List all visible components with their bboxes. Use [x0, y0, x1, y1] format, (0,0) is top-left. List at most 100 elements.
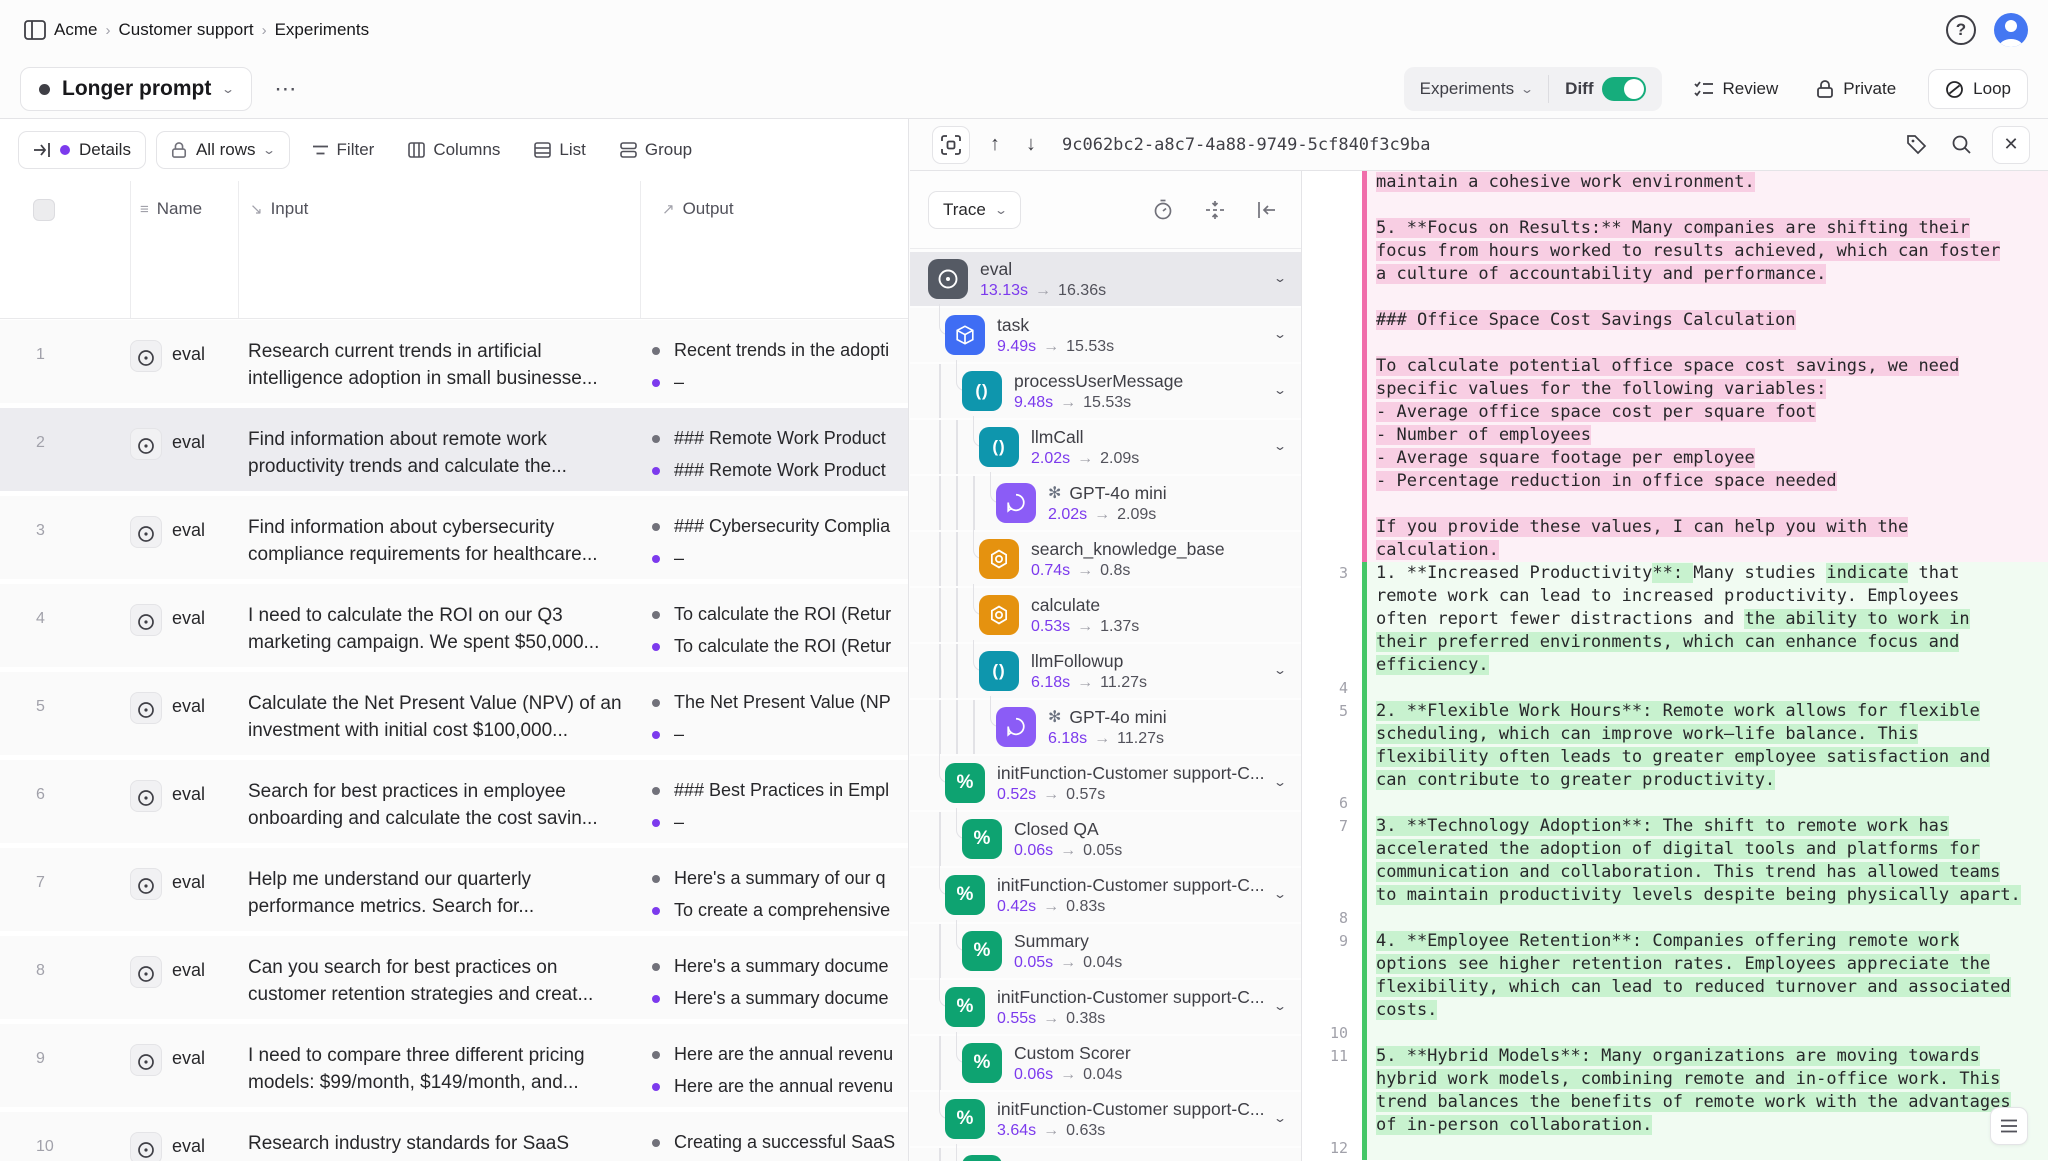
table-row[interactable]: 8evalCan you search for best practices o…	[0, 936, 908, 1019]
task-icon	[945, 315, 985, 355]
table-row[interactable]: 7evalHelp me understand our quarterly pe…	[0, 848, 908, 931]
group-button[interactable]: Group	[608, 132, 704, 168]
column-header-input[interactable]: ↘Input	[250, 199, 308, 219]
diff-line-text: trend balances the benefits of remote wo…	[1367, 1091, 2048, 1114]
trace-node-search-knowledge-base[interactable]: search_knowledge_base0.74s→0.8s	[910, 532, 1301, 586]
trace-node-closed-qa[interactable]: %Closed QA0.06s→0.05s	[910, 812, 1301, 866]
help-icon[interactable]: ?	[1946, 15, 1976, 45]
diff-line-number	[1302, 1114, 1362, 1137]
trace-node-initfunction-customer-support-c-[interactable]: %initFunction-Customer support-C...0.42s…	[910, 868, 1301, 922]
timing-button[interactable]	[1149, 195, 1177, 224]
table-row[interactable]: 6evalSearch for best practices in employ…	[0, 760, 908, 843]
chevron-down-icon[interactable]: ⌄	[1273, 271, 1287, 285]
tag-button[interactable]	[1902, 130, 1931, 159]
diff-line-number	[1302, 447, 1362, 470]
table-row[interactable]: 4evalI need to calculate the ROI on our …	[0, 584, 908, 667]
chevron-down-icon[interactable]: ⌄	[1273, 327, 1287, 341]
node-label-text: GPT-4o mini	[1069, 707, 1166, 728]
list-label: List	[559, 140, 585, 160]
private-button[interactable]: Private	[1810, 78, 1902, 100]
table-header: ≡Name ↘Input ↗Output	[0, 181, 908, 319]
all-rows-dropdown[interactable]: All rows ⌄	[156, 131, 290, 169]
more-options-button[interactable]: ⋯	[270, 72, 302, 106]
diff-toggle[interactable]	[1602, 77, 1646, 101]
node-timing: 13.13s→16.36s	[980, 282, 1106, 300]
avatar[interactable]	[1994, 13, 2028, 47]
chevron-down-icon[interactable]: ⌄	[1273, 999, 1287, 1013]
node-label-text: processUserMessage	[1014, 371, 1183, 392]
tree-guide-line	[939, 644, 941, 698]
collapse-all-button[interactable]	[1201, 196, 1229, 224]
diff-added-line: to maintain productivity levels despite …	[1302, 884, 2048, 907]
trace-node-summary[interactable]: %Summary0.05s→0.04s	[910, 924, 1301, 978]
column-header-output[interactable]: ↗Output	[662, 199, 734, 219]
diff-line-number: 4	[1302, 677, 1362, 700]
next-row-button[interactable]: ↓	[1020, 131, 1042, 158]
trace-node-llmcall[interactable]: ()llmCall2.02s→2.09s⌄	[910, 420, 1301, 474]
search-button[interactable]	[1947, 130, 1976, 159]
chevron-down-icon[interactable]: ⌄	[1273, 663, 1287, 677]
loop-button[interactable]: Loop	[1928, 69, 2028, 109]
select-all-checkbox[interactable]	[33, 199, 55, 221]
table-row[interactable]: 3evalFind information about cybersecurit…	[0, 496, 908, 579]
details-button[interactable]: Details	[18, 131, 146, 169]
experiment-selector[interactable]: Longer prompt ⌄	[20, 67, 252, 111]
timing-arrow: →	[1036, 338, 1066, 355]
chevron-down-icon[interactable]: ⌄	[1273, 383, 1287, 397]
list-button[interactable]: List	[522, 132, 597, 168]
columns-button[interactable]: Columns	[396, 132, 512, 168]
trace-node-calculate[interactable]: calculate0.53s→1.37s	[910, 588, 1301, 642]
node-label: processUserMessage	[1014, 371, 1183, 392]
timing-end: 1.37s	[1100, 618, 1139, 635]
table-row[interactable]: 9evalI need to compare three different p…	[0, 1024, 908, 1107]
diff-options-button[interactable]	[1990, 1107, 2028, 1145]
chevron-down-icon[interactable]: ⌄	[1273, 1111, 1287, 1125]
trace-node-eval[interactable]: eval13.13s→16.36s⌄	[910, 252, 1301, 306]
name-value: eval	[172, 428, 205, 453]
previous-row-button[interactable]: ↑	[984, 131, 1006, 158]
timing-end: 0.57s	[1066, 786, 1105, 803]
trace-node-processusermessage[interactable]: ()processUserMessage9.48s→15.53s⌄	[910, 364, 1301, 418]
node-label-text: search_knowledge_base	[1031, 539, 1225, 560]
close-panel-button[interactable]: ✕	[1992, 126, 2030, 164]
collapse-panel-button[interactable]	[1253, 197, 1281, 223]
diff-word: often report fewer distractions and	[1376, 609, 1744, 629]
trace-node-llmfollowup[interactable]: ()llmFollowup6.18s→11.27s⌄	[910, 644, 1301, 698]
table-row[interactable]: 10evalResearch industry standards for Sa…	[0, 1112, 908, 1161]
chevron-down-icon[interactable]: ⌄	[1273, 439, 1287, 453]
trace-node-gpt-4o-mini[interactable]: ✻GPT-4o mini2.02s→2.09s	[910, 476, 1301, 530]
trace-node-gpt-4o-mini[interactable]: ✻GPT-4o mini6.18s→11.27s	[910, 700, 1301, 754]
sidebar-toggle-button[interactable]	[20, 16, 50, 44]
chevron-down-icon[interactable]: ⌄	[1273, 775, 1287, 789]
table-row[interactable]: 2evalFind information about remote work …	[0, 408, 908, 491]
node-label-text: initFunction-Customer support-C...	[997, 987, 1264, 1008]
trace-node-task[interactable]: task9.49s→15.53s⌄	[910, 308, 1301, 362]
diff-line-number	[1302, 309, 1362, 332]
trace-node-intent-classification[interactable]: %Intent Classification	[910, 1148, 1301, 1161]
trace-node-initfunction-customer-support-c-[interactable]: %initFunction-Customer support-C...0.52s…	[910, 756, 1301, 810]
breadcrumb-acme[interactable]: Acme	[54, 20, 97, 40]
review-button[interactable]: Review	[1688, 78, 1785, 100]
trace-node-custom-scorer[interactable]: %Custom Scorer0.06s→0.04s	[910, 1036, 1301, 1090]
output-bullet: Here are the annual revenu	[652, 1076, 908, 1097]
trace-node-initfunction-customer-support-c-[interactable]: %initFunction-Customer support-C...3.64s…	[910, 1092, 1301, 1146]
chevron-down-icon[interactable]: ⌄	[1273, 887, 1287, 901]
trace-view-dropdown[interactable]: Trace ⌄	[928, 191, 1021, 229]
diff-word-highlight: communication and collaboration. This tr…	[1376, 862, 2000, 882]
view-selector-dropdown[interactable]: Experiments ⌄	[1404, 67, 1549, 111]
focus-trace-button[interactable]	[932, 126, 970, 164]
details-label: Details	[79, 140, 131, 160]
breadcrumb-project[interactable]: Customer support	[118, 20, 253, 40]
table-row[interactable]: 1evalResearch current trends in artifici…	[0, 320, 908, 403]
breadcrumb-experiments[interactable]: Experiments	[275, 20, 369, 40]
diff-added-line: costs.	[1302, 999, 2048, 1022]
diff-line-number: 5	[1302, 700, 1362, 723]
diff-added-line: efficiency.	[1302, 654, 2048, 677]
row-number: 5	[0, 672, 130, 755]
table-row[interactable]: 5evalCalculate the Net Present Value (NP…	[0, 672, 908, 755]
trace-node-initfunction-customer-support-c-[interactable]: %initFunction-Customer support-C...0.55s…	[910, 980, 1301, 1034]
filter-button[interactable]: Filter	[300, 132, 387, 168]
name-cell: eval	[130, 408, 238, 491]
column-header-name[interactable]: ≡Name	[140, 199, 202, 219]
diff-line-number	[1302, 171, 1362, 194]
